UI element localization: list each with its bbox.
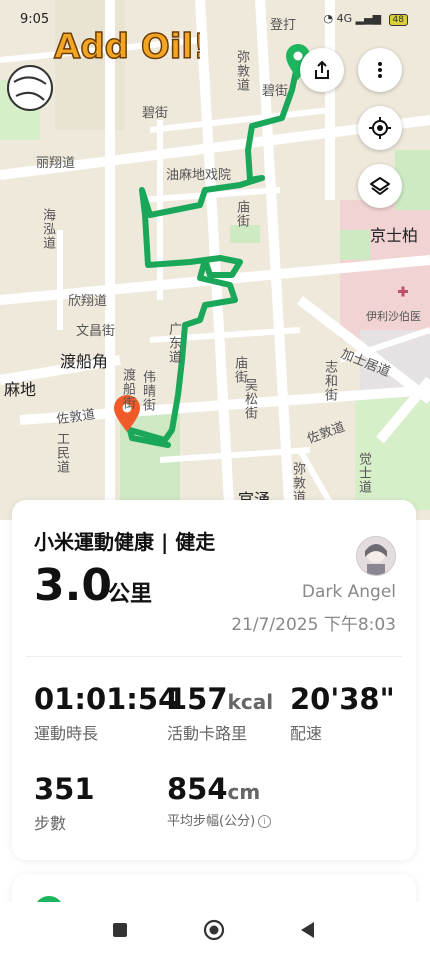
avatar[interactable]: [356, 536, 396, 576]
map-label: 觉士道: [356, 452, 371, 494]
system-nav-bar: [0, 902, 430, 956]
layers-icon: [370, 177, 390, 195]
locate-button[interactable]: [358, 106, 402, 150]
metric-label: 步數: [34, 814, 67, 833]
metric-calories: 157kcal 活動卡路里: [167, 682, 273, 744]
metric-value: 157kcal: [167, 682, 274, 716]
metric-value: 01:01:54: [34, 682, 179, 716]
home-circle-icon: [203, 919, 225, 941]
share-icon: [315, 60, 329, 79]
workout-datetime: 21/7/2025 下午8:03: [231, 615, 396, 635]
map-label: 工民道: [54, 432, 69, 474]
status-icons: ◔ 4G ▂▄▆ 48: [324, 12, 408, 26]
metric-value: 854cm: [167, 772, 261, 806]
map-label: 庙街: [234, 200, 249, 228]
metric-value: 351: [34, 772, 95, 806]
square-icon: [113, 923, 127, 937]
share-button[interactable]: [300, 48, 344, 92]
metric-unit: cm: [227, 780, 261, 804]
layers-button[interactable]: [358, 164, 402, 208]
workout-title: 小米運動健康 | 健走: [34, 530, 216, 554]
map-label: 弥敦道: [234, 50, 249, 92]
map-label: 广东道: [166, 322, 181, 364]
map-label: 志和街: [322, 360, 337, 402]
status-time: 9:05: [20, 12, 50, 27]
recents-button[interactable]: [108, 918, 132, 942]
map-label: 京士柏: [370, 226, 419, 245]
avatar-icon: [357, 537, 395, 575]
workout-summary-card: 小米運動健康 | 健走 3.0 公里 Dark Angel 21/7/2025 …: [12, 500, 416, 860]
metric-label: 配速: [290, 724, 323, 743]
map-label: 文昌街: [76, 324, 116, 339]
signal-label: 4G: [336, 12, 353, 25]
distance-unit: 公里: [108, 582, 153, 607]
map-label: 油麻地戏院: [166, 168, 232, 183]
metric-stride: 854cm 平均步幅(公分) i: [167, 772, 272, 829]
map-label: 麻地: [4, 380, 37, 399]
map-label: 伊利沙伯医: [366, 310, 421, 323]
metric-label: 活動卡路里: [167, 724, 248, 743]
map-label: 欣翔道: [68, 294, 108, 309]
metric-pace: 20'38" 配速: [290, 682, 395, 744]
map-label: 渡船角: [60, 352, 109, 371]
metric-unit: kcal: [227, 690, 274, 714]
map-label: 海泓道: [40, 208, 55, 250]
map-label: 弥敦道: [290, 462, 305, 504]
metric-label: 運動時長: [34, 724, 99, 743]
route-map[interactable]: 登打 弥敦道 碧街 碧街 丽翔道 油麻地戏院 庙街 海泓道 京士柏 伊利沙伯医 …: [0, 0, 430, 520]
divider: [26, 656, 402, 657]
distance-value: 3.0: [34, 560, 112, 611]
battery-icon: 48: [388, 14, 408, 26]
metric-duration: 01:01:54 運動時長: [34, 682, 178, 744]
signal-icon: ▂▄▆: [355, 12, 382, 25]
status-bar: 9:05 ◔ 4G ▂▄▆ 48: [0, 0, 430, 40]
metric-steps: 351 步數: [34, 772, 95, 834]
map-label: 吴松街: [242, 378, 257, 420]
map-label: 丽翔道: [36, 156, 76, 171]
back-button[interactable]: [296, 918, 320, 942]
wifi-icon: ◔: [323, 12, 334, 25]
user-name: Dark Angel: [301, 582, 396, 602]
back-triangle-icon: [301, 922, 314, 938]
metric-value: 20'38": [290, 682, 395, 716]
metric-label: 平均步幅(公分) i: [167, 810, 272, 829]
more-vertical-icon: [378, 62, 382, 78]
map-label: 碧街: [262, 84, 289, 99]
map-label: 伟晴街: [140, 370, 155, 412]
more-button[interactable]: [358, 48, 402, 92]
map-label: 渡船街: [120, 368, 135, 410]
info-icon[interactable]: i: [258, 815, 272, 828]
locate-icon: [369, 117, 391, 139]
home-button[interactable]: [202, 918, 226, 942]
